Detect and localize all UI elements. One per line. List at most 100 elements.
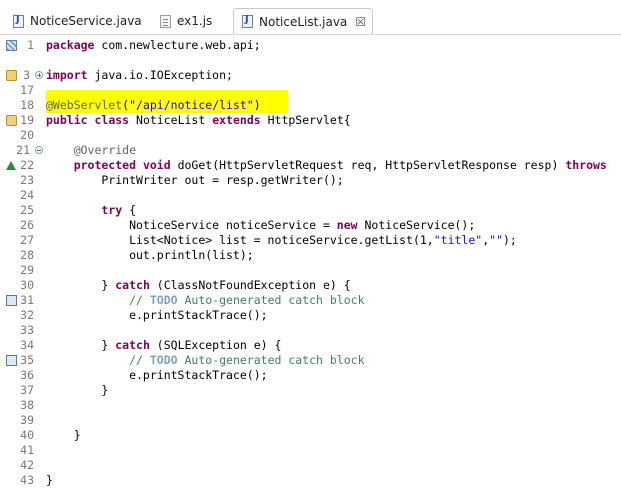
collapse-fold-icon[interactable] [35, 146, 43, 154]
code-line: 18 @WebServlet("/api/notice/list") [0, 98, 621, 113]
code-text: import java.io.IOException; [46, 68, 233, 82]
gutter: 20 [0, 128, 46, 143]
tab-label: ex1.js [177, 14, 213, 28]
gutter: 3 [0, 68, 46, 83]
gutter: 31 [0, 293, 46, 308]
code-text: e.printStackTrace(); [46, 308, 268, 322]
code-text: } catch (ClassNotFoundException e) { [46, 278, 351, 292]
code-text: public class NoticeList extends HttpServ… [46, 113, 351, 127]
code-line: 29 [0, 263, 621, 278]
gutter: 17 [0, 83, 46, 98]
line-number: 17 [20, 83, 34, 97]
gutter: 18 [0, 98, 46, 113]
line-number: 30 [20, 278, 34, 292]
code-text: try { [46, 203, 137, 217]
code-line: 27 List<Notice> list = noticeService.get… [0, 233, 621, 248]
line-number: 23 [20, 173, 34, 187]
js-file-icon [160, 14, 171, 28]
line-number: 42 [20, 458, 34, 472]
code-text: // TODO Auto-generated catch block [46, 293, 365, 307]
code-line [0, 53, 621, 68]
code-text: } [46, 473, 53, 487]
code-line: 20 [0, 128, 621, 143]
line-number: 40 [20, 428, 34, 442]
code-text: PrintWriter out = resp.getWriter(); [46, 173, 344, 187]
code-text: protected void doGet(HttpServletRequest … [46, 158, 607, 172]
editor-tab-bar: NoticeService.java ex1.js NoticeList.jav… [0, 0, 621, 35]
gutter: 41 [0, 443, 46, 458]
code-text: @WebServlet("/api/notice/list") [46, 98, 261, 112]
code-line: 36 e.printStackTrace(); [0, 368, 621, 383]
java-file-icon [242, 14, 253, 28]
code-line: 3 import java.io.IOException; [0, 68, 621, 83]
gutter: 29 [0, 263, 46, 278]
tab-noticeservice-java[interactable]: NoticeService.java [13, 9, 142, 33]
code-line: 42 [0, 458, 621, 473]
gutter: 39 [0, 413, 46, 428]
gutter: 43 [0, 473, 46, 488]
source-marker-icon [6, 40, 17, 51]
code-line: 43 } [0, 473, 621, 488]
gutter: 19 [0, 113, 46, 128]
line-number: 31 [20, 293, 34, 307]
code-line: 24 [0, 188, 621, 203]
line-number: 28 [20, 248, 34, 262]
line-number: 41 [20, 443, 34, 457]
code-line: 1 package com.newlecture.web.api; [0, 38, 621, 53]
line-number: 18 [20, 98, 34, 112]
line-number: 20 [20, 128, 34, 142]
code-editor[interactable]: 1 package com.newlecture.web.api; 3 impo… [0, 36, 621, 487]
code-line: 22 protected void doGet(HttpServletReque… [0, 158, 621, 173]
override-icon[interactable] [6, 161, 16, 170]
code-line: 38 [0, 398, 621, 413]
line-number: 19 [20, 113, 34, 127]
line-number: 35 [20, 353, 34, 367]
expand-fold-icon[interactable] [35, 71, 43, 79]
line-number: 34 [20, 338, 34, 352]
gutter: 35 [0, 353, 46, 368]
task-icon[interactable] [6, 295, 17, 306]
code-line: 30 } catch (ClassNotFoundException e) { [0, 278, 621, 293]
code-line: 32 e.printStackTrace(); [0, 308, 621, 323]
line-number: 32 [20, 308, 34, 322]
code-text: package com.newlecture.web.api; [46, 38, 261, 52]
gutter: 30 [0, 278, 46, 293]
tab-noticelist-java[interactable]: NoticeList.java ☒ [233, 8, 374, 34]
line-number: 33 [20, 323, 34, 337]
gutter: 21 [0, 143, 46, 158]
warning-icon[interactable] [6, 70, 17, 81]
code-line: 25 try { [0, 203, 621, 218]
code-text: } catch (SQLException e) { [46, 338, 282, 352]
task-icon[interactable] [6, 355, 17, 366]
java-file-icon [13, 14, 24, 28]
line-number: 1 [27, 38, 34, 52]
code-line: 33 [0, 323, 621, 338]
code-text: out.println(list); [46, 248, 254, 262]
warning-icon[interactable] [6, 115, 17, 126]
line-number: 43 [20, 473, 34, 487]
line-number: 27 [20, 233, 34, 247]
line-number: 36 [20, 368, 34, 382]
tab-ex1-js[interactable]: ex1.js [160, 9, 212, 33]
gutter: 33 [0, 323, 46, 338]
gutter: 28 [0, 248, 46, 263]
line-number: 39 [20, 413, 34, 427]
code-text: // TODO Auto-generated catch block [46, 353, 365, 367]
code-line: 23 PrintWriter out = resp.getWriter(); [0, 173, 621, 188]
code-line: 41 [0, 443, 621, 458]
gutter: 22 [0, 158, 46, 173]
gutter: 23 [0, 173, 46, 188]
code-text: @Override [46, 143, 137, 157]
code-line: 34 } catch (SQLException e) { [0, 338, 621, 353]
gutter: 42 [0, 458, 46, 473]
line-number: 25 [20, 203, 34, 217]
code-line: 21 @Override [0, 143, 621, 158]
close-tab-icon[interactable]: ☒ [355, 15, 366, 29]
tab-label: NoticeList.java [259, 14, 348, 29]
code-line: 19 public class NoticeList extends HttpS… [0, 113, 621, 128]
code-text: NoticeService noticeService = new Notice… [46, 218, 476, 232]
line-number: 37 [20, 383, 34, 397]
code-text: } [46, 428, 81, 442]
line-number: 24 [20, 188, 34, 202]
line-number: 22 [20, 158, 34, 172]
